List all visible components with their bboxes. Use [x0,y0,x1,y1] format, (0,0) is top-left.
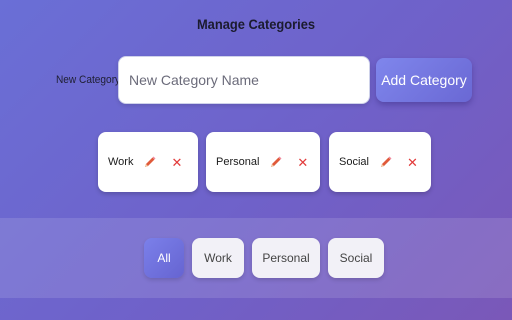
category-card-personal: Personal ✕ [206,132,320,192]
page-title: Manage Categories [196,16,316,32]
close-icon[interactable]: ✕ [297,156,308,169]
close-icon[interactable]: ✕ [171,156,182,169]
close-icon[interactable]: ✕ [407,156,418,169]
pencil-icon[interactable] [269,155,283,169]
category-name-input[interactable] [118,56,370,104]
filter-personal-button[interactable]: Personal [252,238,320,278]
category-card-work: Work ✕ [98,132,198,192]
pencil-icon[interactable] [143,155,157,169]
filter-work-button[interactable]: Work [192,238,244,278]
category-card-social: Social ✕ [329,132,431,192]
filter-social-button[interactable]: Social [328,238,384,278]
category-label: Social [339,156,369,168]
add-category-button[interactable]: Add Category [376,58,472,102]
pencil-icon[interactable] [379,155,393,169]
category-label: Personal [216,156,260,168]
category-label: Work [108,156,134,168]
new-category-label: New Category: [56,74,123,86]
filter-all-button[interactable]: All [144,238,184,278]
